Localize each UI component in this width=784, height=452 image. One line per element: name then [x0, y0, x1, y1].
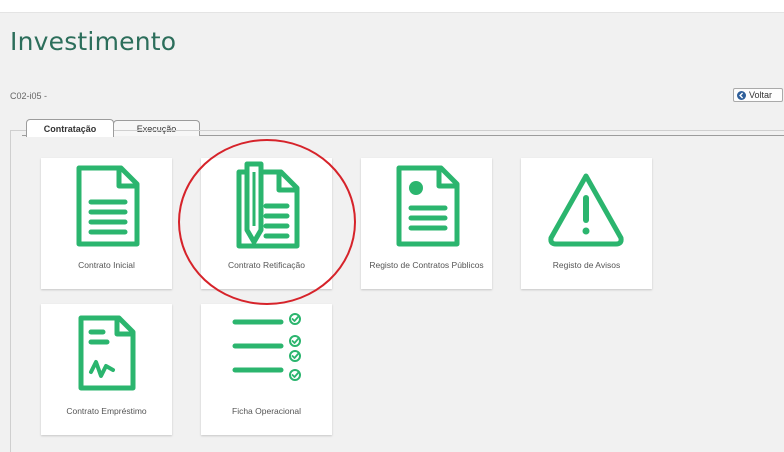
back-button-label: Voltar	[749, 90, 773, 100]
tile-contrato-inicial[interactable]: Contrato Inicial	[41, 158, 172, 289]
tile-label: Contrato Empréstimo	[66, 406, 147, 416]
tile-label: Contrato Inicial	[78, 260, 135, 270]
document-icon	[76, 165, 140, 247]
tab-contratacao[interactable]: Contratação	[26, 119, 114, 137]
tab-label: Contratação	[43, 123, 97, 134]
tile-contrato-retificacao[interactable]: Contrato Retificação	[201, 158, 332, 289]
tile-label: Registo de Contratos Públicos	[369, 260, 484, 270]
checklist-icon	[232, 313, 301, 381]
document-pen-icon	[236, 161, 300, 249]
tile-registo-contratos-publicos[interactable]: Registo de Contratos Públicos	[361, 158, 492, 289]
back-arrow-icon	[737, 90, 746, 100]
tile-ficha-operacional[interactable]: Ficha Operacional	[201, 304, 332, 435]
record-code: C02-i05 -	[10, 91, 48, 101]
warning-icon	[548, 173, 624, 247]
loan-document-icon	[78, 315, 136, 391]
page-title: Investimento	[10, 27, 177, 56]
tile-label: Contrato Retificação	[227, 260, 305, 270]
tile-registo-avisos[interactable]: Registo de Avisos	[521, 158, 652, 289]
tile-label: Ficha Operacional	[232, 406, 301, 416]
document-dot-icon	[396, 165, 460, 247]
tile-label: Registo de Avisos	[552, 260, 621, 270]
tile-contrato-emprestimo[interactable]: Contrato Empréstimo	[41, 304, 172, 435]
back-button[interactable]: Voltar	[733, 88, 783, 102]
page-background: Investimento C02-i05 - Voltar Contrataçã…	[0, 12, 784, 452]
